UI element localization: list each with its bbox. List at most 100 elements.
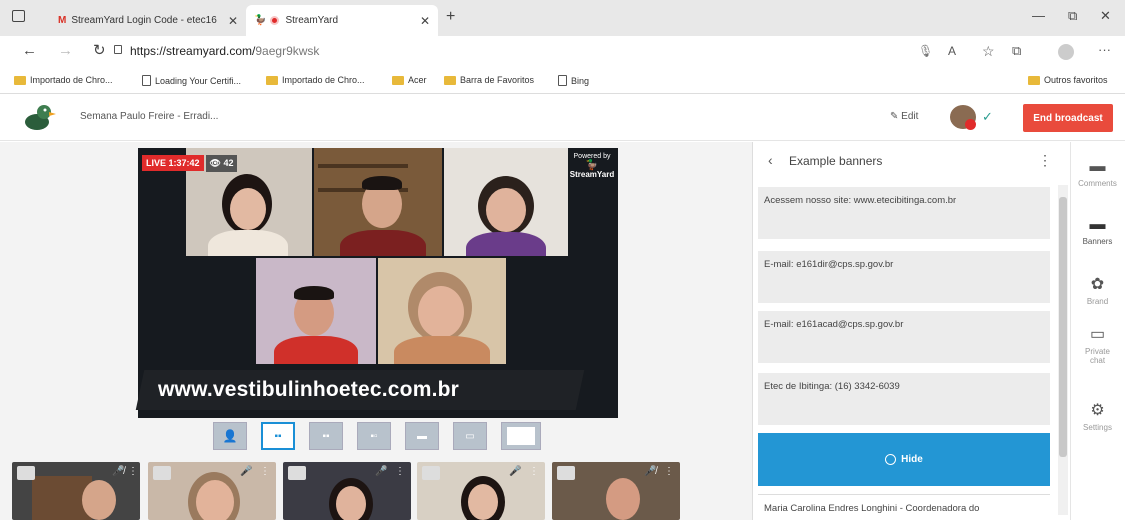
url-path: 9aegr9kwsk (255, 44, 320, 58)
layout-picture-button[interactable]: ▬ (405, 422, 439, 450)
favorite-star-icon[interactable]: ☆ (982, 43, 995, 60)
banner-item[interactable]: Acessem nosso site: www.etecibitinga.com… (758, 187, 1050, 239)
rail-label: Banners (1082, 237, 1113, 246)
end-broadcast-button[interactable]: End broadcast (1023, 104, 1113, 132)
broadcast-title[interactable]: Semana Paulo Freire - Erradi... (80, 111, 218, 122)
mic-icon[interactable]: 🎙 (918, 44, 933, 58)
url-field[interactable]: https://streamyard.com/9aegr9kwsk (130, 44, 319, 58)
rail-comments[interactable]: ▬ Comments (1070, 158, 1125, 188)
forward-icon[interactable]: → (58, 42, 73, 59)
participant-thumbnail[interactable]: 🎤 ⋮ (283, 462, 411, 520)
new-tab-button[interactable]: + (446, 8, 455, 26)
more-options-icon[interactable]: ⋮ (128, 466, 138, 477)
banner-text: www.vestibulinhoetec.com.br (158, 378, 460, 401)
rail-brand[interactable]: ✿ Brand (1070, 274, 1125, 306)
mic-muted-icon[interactable]: 🎤̸ (112, 466, 124, 477)
add-to-stage-icon[interactable] (153, 466, 171, 480)
tab-gmail[interactable]: M StreamYard Login Code - etec16 ✕ (50, 5, 246, 36)
page-icon (142, 75, 151, 86)
tab-actions-icon[interactable] (12, 10, 25, 22)
mic-icon[interactable]: 🎤 (240, 466, 252, 477)
browser-tab-bar: M StreamYard Login Code - etec16 ✕ 🦆 Str… (0, 0, 1125, 36)
bookmark-label: Loading Your Certifi... (155, 75, 242, 86)
live-timer: LIVE 1:37:42 (142, 155, 204, 171)
banner-item[interactable]: Etec de Ibitinga: (16) 3342-6039 (758, 373, 1050, 425)
tab-streamyard[interactable]: 🦆 StreamYard ✕ (246, 5, 438, 36)
participant-thumbnail[interactable]: 🎤̸ ⋮ (12, 462, 140, 520)
edit-button[interactable]: ✎ Edit (890, 111, 918, 122)
reload-icon[interactable]: ↻ (93, 41, 106, 59)
rail-settings[interactable]: ⚙ Settings (1070, 400, 1125, 432)
participant-thumbnail[interactable]: 🎤̸ ⋮ (552, 462, 680, 520)
bookmark-label: Outros favoritos (1044, 75, 1108, 85)
comment-icon: ▬ (1089, 158, 1106, 175)
participant-video (314, 148, 442, 256)
banner-item[interactable]: E-mail: e161acad@cps.sp.gov.br (758, 311, 1050, 363)
live-indicator: LIVE 1:37:42 👁 42 (142, 154, 238, 172)
add-to-stage-icon[interactable] (17, 466, 35, 480)
rail-banners[interactable]: ▬ Banners (1070, 216, 1125, 246)
close-icon[interactable]: ✕ (228, 14, 238, 28)
collections-icon[interactable]: ⧉ (1012, 43, 1021, 59)
more-options-icon[interactable]: ⋮ (529, 466, 539, 477)
mic-icon[interactable]: 🎤 (509, 466, 521, 477)
mic-muted-icon[interactable]: 🎤̸ (644, 466, 656, 477)
add-to-stage-icon[interactable] (288, 466, 306, 480)
rail-label: Private chat (1085, 347, 1110, 365)
layout-split-button[interactable]: ▪▪ (309, 422, 343, 450)
bookmark-item[interactable]: Importado de Chro... (14, 75, 113, 85)
scrollbar-thumb[interactable] (1059, 197, 1067, 457)
profile-avatar[interactable] (1058, 44, 1074, 60)
other-favorites[interactable]: Outros favoritos (1028, 75, 1108, 85)
more-icon[interactable]: ··· (1098, 42, 1111, 57)
folder-icon (266, 75, 278, 85)
read-aloud-icon[interactable]: A (948, 44, 956, 58)
bookmark-label: Bing (571, 75, 590, 86)
layout-grid-button[interactable]: ▪▫ (357, 422, 391, 450)
participant-thumbnail[interactable]: 🎤 ⋮ (148, 462, 276, 520)
minimize-icon[interactable]: — (1032, 8, 1045, 23)
maximize-icon[interactable]: ⧉ (1068, 8, 1077, 24)
back-button[interactable]: ‹ (768, 152, 773, 168)
url-host: https://streamyard.com/ (130, 44, 256, 58)
rail-private-chat[interactable]: ▭ Private chat (1070, 324, 1125, 365)
viewer-count: 👁 42 (205, 154, 238, 172)
folder-icon (444, 75, 456, 85)
banner-item[interactable]: Maria Carolina Endres Longhini - Coorden… (758, 494, 1050, 520)
powered-by-badge: Powered by 🦆 StreamYard (567, 152, 617, 179)
add-to-stage-icon[interactable] (422, 466, 440, 480)
tab-label: StreamYard Login Code - etec16 (71, 15, 217, 26)
bookmark-item[interactable]: Barra de Favoritos (444, 75, 534, 85)
mic-icon[interactable]: 🎤 (375, 466, 387, 477)
banner-icon: ▬ (1089, 216, 1106, 233)
back-icon[interactable]: ← (22, 42, 37, 59)
gmail-icon: M (58, 15, 67, 26)
panel-title: Example banners (789, 154, 883, 168)
more-options-icon[interactable]: ⋮ (260, 466, 270, 477)
layout-group-button[interactable]: ▪▪ (261, 422, 295, 450)
close-icon[interactable]: ✕ (420, 14, 430, 28)
folder-icon (392, 75, 404, 85)
banner-item[interactable]: E-mail: e161dir@cps.sp.gov.br (758, 251, 1050, 303)
more-options-icon[interactable]: ⋮ (395, 466, 405, 477)
panel-scrollbar[interactable] (1058, 185, 1068, 515)
bookmark-item[interactable]: Acer (392, 75, 427, 85)
folder-icon (1028, 75, 1040, 85)
layout-fullscreen-button[interactable] (501, 422, 541, 450)
powered-brand: StreamYard (569, 170, 615, 179)
participant-thumbnail[interactable]: 🎤 ⋮ (417, 462, 545, 520)
bookmark-item[interactable]: Importado de Chro... (266, 75, 365, 85)
layout-sidebar-button[interactable]: ▭ (453, 422, 487, 450)
layout-solo-button[interactable]: 👤 (213, 422, 247, 450)
bookmark-item[interactable]: Bing (558, 75, 589, 86)
eye-icon: 👁 (209, 157, 224, 168)
app-header: Semana Paulo Freire - Erradi... ✎ Edit ✓ (0, 95, 1125, 141)
panel-menu-icon[interactable]: ⋮ (1038, 152, 1052, 169)
add-to-stage-icon[interactable] (557, 466, 575, 480)
hide-banner-button[interactable]: Hide (758, 433, 1050, 486)
hide-label: Hide (901, 454, 923, 465)
streamyard-logo[interactable] (22, 102, 56, 132)
more-options-icon[interactable]: ⋮ (664, 466, 674, 477)
close-window-icon[interactable]: ✕ (1100, 8, 1111, 24)
bookmark-item[interactable]: Loading Your Certifi... (142, 75, 241, 86)
